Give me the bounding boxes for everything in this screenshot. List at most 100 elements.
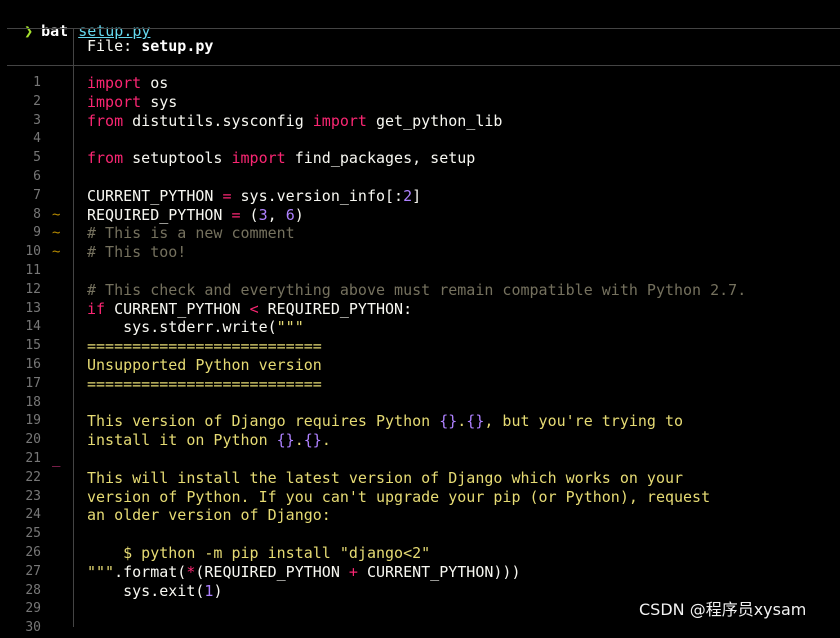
code-token: version of Python. If you can't upgrade …	[87, 487, 711, 506]
top-border	[7, 28, 840, 29]
line-number: 5	[33, 150, 41, 166]
code-token: an older version of Django:	[87, 506, 331, 525]
code-token: sys.version_info[:	[231, 186, 404, 205]
line-number: 11	[25, 262, 41, 278]
line-number: 14	[25, 319, 41, 335]
code-token: CURRENT_PYTHON)))	[357, 562, 521, 581]
code-token: , but you're trying to	[484, 412, 684, 431]
gutter-separator	[73, 28, 74, 627]
line-number: 29	[25, 601, 41, 617]
code-token: .	[294, 431, 304, 450]
code-line: REQUIRED_PYTHON = (3, 6)	[87, 206, 840, 225]
git-modified-marker: ~	[52, 225, 61, 242]
gutter-row: 14	[0, 318, 73, 337]
gutter-row: 3	[0, 112, 73, 131]
gutter-row: 30	[0, 619, 73, 638]
line-number: 24	[25, 507, 41, 523]
git-removed-marker: _	[52, 450, 61, 467]
code-token: (	[240, 205, 259, 224]
line-number: 18	[25, 394, 41, 410]
command-name: bat	[41, 22, 69, 40]
code-token: ==========================	[87, 337, 322, 356]
code-token: # This too!	[87, 243, 187, 262]
code-line: """.format(*(REQUIRED_PYTHON + CURRENT_P…	[87, 563, 840, 582]
code-line: This version of Django requires Python {…	[87, 412, 840, 431]
code-token: os	[141, 74, 169, 92]
code-token: {}	[303, 431, 322, 450]
gutter-row: 11	[0, 262, 73, 281]
code-token: from	[87, 149, 124, 168]
code-token: <	[249, 299, 259, 318]
gutter-row: 21 _	[0, 450, 73, 469]
code-line: Unsupported Python version	[87, 356, 840, 375]
code-token: {}	[276, 431, 295, 450]
code-token: ,	[267, 205, 286, 224]
line-number: 23	[25, 488, 41, 504]
code-line: install it on Python {}.{}.	[87, 431, 840, 450]
code-line: import os	[87, 74, 840, 93]
line-number: 13	[25, 300, 41, 316]
code-token: REQUIRED_PYTHON	[87, 205, 232, 224]
gutter-row: 23	[0, 488, 73, 507]
gutter-row: 22	[0, 469, 73, 488]
gutter-row: 2	[0, 93, 73, 112]
code-token: (REQUIRED_PYTHON	[195, 562, 349, 581]
gutter-row: 13	[0, 300, 73, 319]
code-token: CURRENT_PYTHON	[105, 299, 250, 318]
line-number: 27	[25, 563, 41, 579]
code-line: sys.stderr.write("""	[87, 318, 840, 337]
line-number: 7	[33, 187, 41, 203]
file-header-filename: setup.py	[141, 37, 214, 55]
gutter-row: 20	[0, 431, 73, 450]
header-border	[7, 65, 840, 66]
code-token: This will install the latest version of …	[87, 468, 684, 487]
line-number: 2	[33, 93, 41, 109]
code-token: find_packages, setup	[285, 149, 476, 168]
code-token: """	[276, 318, 304, 337]
code-token: .	[457, 412, 467, 431]
line-number: 4	[33, 131, 41, 147]
code-line: from distutils.sysconfig import get_pyth…	[87, 112, 840, 131]
line-number: 21	[25, 450, 41, 466]
code-token: setuptools	[123, 149, 232, 168]
gutter-row: 1	[0, 74, 73, 93]
file-header-label: File:	[87, 37, 142, 55]
code-line: CURRENT_PYTHON = sys.version_info[:2]	[87, 187, 840, 206]
line-number: 6	[33, 168, 41, 184]
watermark: CSDN @程序员xysam	[639, 600, 807, 619]
code-line: # This check and everything above must r…	[87, 281, 840, 300]
line-number-gutter: 1 2 3 4 5 6 7 8 ~9 ~10 ~11 12 13 14 15 16 17 18 19 20 21 _ 22 2…	[0, 74, 73, 638]
line-number: 16	[25, 356, 41, 372]
code-token: REQUIRED_PYTHON:	[258, 299, 413, 318]
code-token: get_python_lib	[366, 111, 503, 130]
code-area: import os import sys from distutils.syscon…	[87, 74, 840, 638]
code-line: ==========================	[87, 337, 840, 356]
code-token: import	[231, 149, 286, 168]
gutter-row: 29	[0, 600, 73, 619]
code-token: .format(	[114, 562, 187, 581]
code-line: if CURRENT_PYTHON < REQUIRED_PYTHON:	[87, 300, 840, 319]
gutter-row: 6	[0, 168, 73, 187]
gutter-row: 18	[0, 394, 73, 413]
code-token: """	[87, 562, 115, 581]
line-number: 20	[25, 432, 41, 448]
code-token: {}	[466, 412, 485, 431]
gutter-row: 9 ~	[0, 224, 73, 243]
code-token: import	[312, 111, 367, 130]
code-token: This version of Django requires Python	[87, 412, 440, 431]
code-token: # This check and everything above must r…	[87, 280, 747, 299]
code-token: sys.exit(	[87, 581, 205, 600]
line-number: 17	[25, 375, 41, 391]
code-token: sys.stderr.write(	[87, 318, 277, 337]
gutter-row: 27	[0, 563, 73, 582]
code-line: This will install the latest version of …	[87, 469, 840, 488]
shell-prompt: ❯ bat setup.py	[6, 1, 150, 40]
gutter-row: 8 ~	[0, 206, 73, 225]
